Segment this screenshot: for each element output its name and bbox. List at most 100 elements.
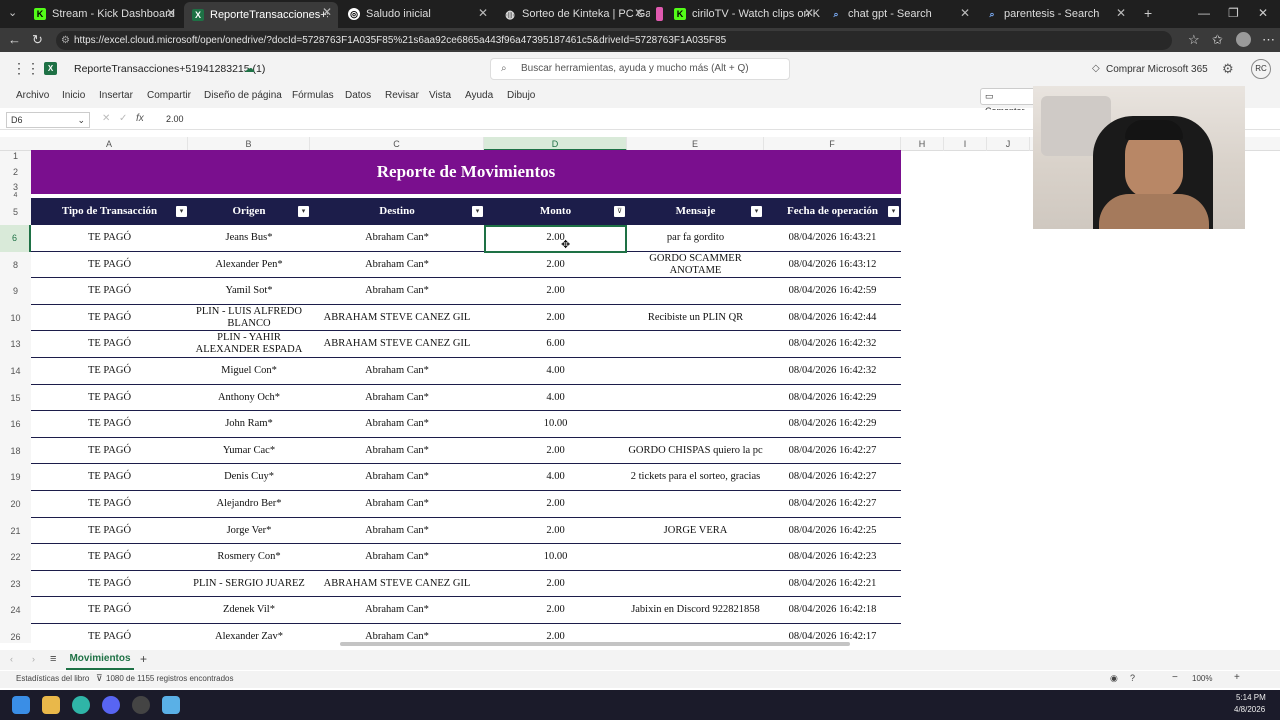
cell-monto[interactable]: 10.00	[484, 544, 627, 570]
next-sheet-icon[interactable]: ›	[32, 654, 35, 664]
cell-tipo[interactable]: TE PAGÓ	[31, 518, 188, 544]
cell-destino[interactable]: Abraham Can*	[310, 438, 484, 464]
insert-function-icon[interactable]: fx	[136, 113, 144, 124]
tab-excel-report[interactable]: X ReporteTransacciones+51941283 ✕	[184, 2, 338, 28]
sheet-tab-movimientos[interactable]: Movimientos	[66, 650, 134, 670]
app-launcher-icon[interactable]: ⋮⋮	[12, 60, 40, 77]
cell-monto[interactable]: 6.00	[484, 331, 627, 357]
menu-dibujo[interactable]: Dibujo	[507, 90, 535, 101]
cell-origen[interactable]: PLIN - SERGIO JUAREZ	[188, 571, 310, 597]
edge-icon[interactable]	[72, 696, 90, 714]
close-tab-icon[interactable]: ✕	[478, 6, 488, 20]
cell-destino[interactable]: ABRAHAM STEVE CANEZ GIL	[310, 305, 484, 331]
row-header[interactable]: 18	[0, 438, 31, 465]
feedback-icon[interactable]: ◉	[1110, 673, 1118, 684]
window-close-icon[interactable]: ✕	[1258, 6, 1268, 20]
menu-compartir[interactable]: Compartir	[147, 90, 191, 101]
cell-mensaje[interactable]: GORDO SCAMMER ANOTAME	[627, 252, 764, 278]
cell-tipo[interactable]: TE PAGÓ	[31, 385, 188, 411]
header-fecha-operacion[interactable]: Fecha de operación	[764, 198, 901, 225]
row-header[interactable]: 8	[0, 252, 31, 279]
cell-fecha[interactable]: 08/04/2026 16:42:29	[764, 411, 901, 437]
column-header-f[interactable]: F	[764, 137, 901, 151]
cell-mensaje[interactable]	[627, 278, 764, 304]
cell-mensaje[interactable]	[627, 385, 764, 411]
close-tab-icon[interactable]: ✕	[322, 5, 332, 19]
cell-mensaje[interactable]: 2 tickets para el sorteo, gracias	[627, 464, 764, 490]
row-header[interactable]: 1	[0, 151, 31, 162]
minimize-icon[interactable]: —	[1198, 6, 1210, 20]
menu-inicio[interactable]: Inicio	[62, 90, 85, 101]
tab-sorteo[interactable]: ◍ Sorteo de Kinteka | PC Gamer ✕	[496, 3, 650, 25]
cell-tipo[interactable]: TE PAGÓ	[31, 544, 188, 570]
file-name[interactable]: ReporteTransacciones+51941283215 (1)	[74, 63, 265, 75]
cell-fecha[interactable]: 08/04/2026 16:42:21	[764, 571, 901, 597]
menu-diseno-pagina[interactable]: Diseño de página	[204, 90, 282, 101]
cell-fecha[interactable]: 08/04/2026 16:42:32	[764, 358, 901, 384]
more-menu-icon[interactable]: ⋯	[1262, 32, 1275, 48]
row-header[interactable]: 16	[0, 411, 31, 438]
cell-fecha[interactable]: 08/04/2026 16:42:17	[764, 624, 901, 643]
workbook-stats-link[interactable]: Estadísticas del libro	[16, 674, 89, 683]
notepad-icon[interactable]	[162, 696, 180, 714]
cell-mensaje[interactable]: Recibiste un PLIN QR	[627, 305, 764, 331]
cell-tipo[interactable]: TE PAGÓ	[31, 252, 188, 278]
menu-datos[interactable]: Datos	[345, 90, 371, 101]
cell-destino[interactable]: Abraham Can*	[310, 464, 484, 490]
row-header[interactable]: 9	[0, 278, 31, 305]
cell-mensaje[interactable]	[627, 571, 764, 597]
cell-destino[interactable]: Abraham Can*	[310, 518, 484, 544]
cell-tipo[interactable]: TE PAGÓ	[31, 571, 188, 597]
cell-monto[interactable]: 4.00	[484, 464, 627, 490]
help-icon[interactable]: ?	[1130, 673, 1135, 683]
cell-monto[interactable]: 2.00	[484, 597, 627, 623]
column-header-e[interactable]: E	[627, 137, 764, 151]
enter-icon[interactable]: ✓	[119, 113, 127, 124]
cell-mensaje[interactable]: GORDO CHISPAS quiero la pc	[627, 438, 764, 464]
cell-fecha[interactable]: 08/04/2026 16:42:27	[764, 491, 901, 517]
filter-dropdown-icon[interactable]: ▾	[472, 206, 483, 217]
url-field[interactable]: ⚙ https://excel.cloud.microsoft/open/one…	[56, 31, 1172, 50]
cell-tipo[interactable]: TE PAGÓ	[31, 624, 188, 643]
settings-gear-icon[interactable]: ⚙	[1222, 61, 1234, 77]
buy-microsoft-365-link[interactable]: Comprar Microsoft 365	[1106, 64, 1208, 75]
cell-origen[interactable]: Alexander Pen*	[188, 252, 310, 278]
cell-tipo[interactable]: TE PAGÓ	[31, 597, 188, 623]
cell-origen[interactable]: Miguel Con*	[188, 358, 310, 384]
cell-origen[interactable]: Rosmery Con*	[188, 544, 310, 570]
cell-mensaje[interactable]	[627, 411, 764, 437]
menu-formulas[interactable]: Fórmulas	[292, 90, 334, 101]
cell-origen[interactable]: Denis Cuy*	[188, 464, 310, 490]
discord-icon[interactable]	[102, 696, 120, 714]
cell-fecha[interactable]: 08/04/2026 16:42:25	[764, 518, 901, 544]
bookmark-star-icon[interactable]: ☆	[1188, 32, 1200, 48]
cell-fecha[interactable]: 08/04/2026 16:42:23	[764, 544, 901, 570]
column-header-i[interactable]: I	[944, 137, 987, 151]
cell-monto[interactable]: 10.00	[484, 411, 627, 437]
cell-mensaje[interactable]	[627, 544, 764, 570]
name-box[interactable]: D6 ⌄	[6, 112, 90, 128]
cell-origen[interactable]: John Ram*	[188, 411, 310, 437]
column-header-j[interactable]: J	[987, 137, 1030, 151]
row-header[interactable]: 24	[0, 597, 31, 624]
cell-origen[interactable]: Anthony Och*	[188, 385, 310, 411]
cell-destino[interactable]: ABRAHAM STEVE CANEZ GIL	[310, 331, 484, 357]
cell-destino[interactable]: Abraham Can*	[310, 385, 484, 411]
column-header-c[interactable]: C	[310, 137, 484, 151]
cell-monto[interactable]: 2.00	[484, 624, 627, 643]
cell-mensaje[interactable]: JORGE VERA	[627, 518, 764, 544]
close-tab-icon[interactable]: ✕	[634, 6, 644, 20]
header-origen[interactable]: Origen	[188, 198, 310, 225]
cell-mensaje[interactable]	[627, 331, 764, 357]
tab-cirilotv[interactable]: K ciriloTV - Watch clips on Kick ✕	[666, 3, 820, 25]
cell-destino[interactable]: Abraham Can*	[310, 411, 484, 437]
row-header[interactable]: 2	[0, 164, 31, 181]
tab-search-parentesis[interactable]: ⌕ parentesis - Search ✕	[978, 3, 1132, 25]
header-tipo-transaccion[interactable]: Tipo de Transacción	[31, 198, 188, 225]
row-header[interactable]: 23	[0, 571, 31, 598]
row-header[interactable]: 21	[0, 518, 31, 545]
cell-monto[interactable]: 2.00	[484, 278, 627, 304]
menu-revisar[interactable]: Revisar	[385, 90, 419, 101]
add-sheet-icon[interactable]: +	[140, 652, 147, 666]
cell-tipo[interactable]: TE PAGÓ	[31, 225, 188, 251]
